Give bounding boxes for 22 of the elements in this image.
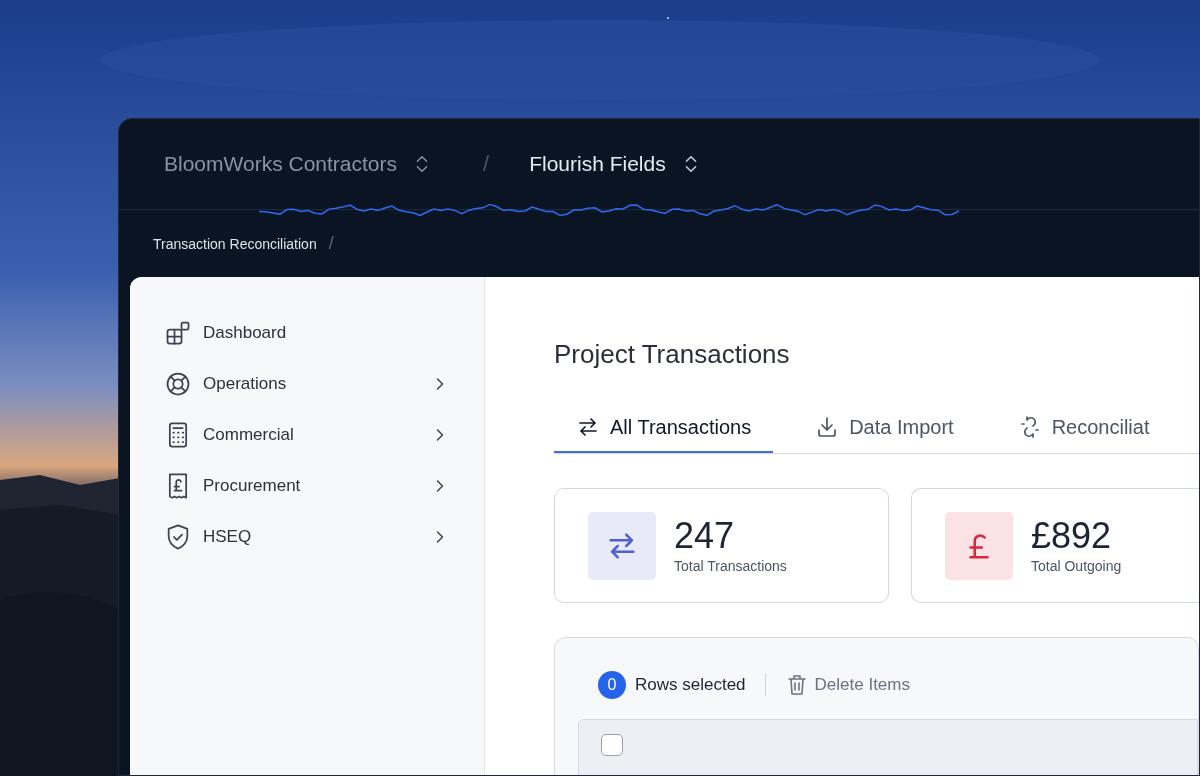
sidebar-item[interactable]: Dashboard [130, 307, 484, 358]
sidebar-item[interactable]: Operations [130, 358, 484, 409]
stat-label: Total Outgoing [1031, 557, 1122, 574]
stat-value: 247 [674, 517, 736, 554]
checkbox[interactable] [601, 734, 623, 756]
sidebar-item[interactable]: Commercial [130, 409, 484, 460]
breadcrumb-switcher[interactable]: Flourish Fields [529, 152, 702, 176]
tab[interactable]: Data Import [793, 415, 976, 453]
breadcrumb-separator: / [328, 233, 334, 254]
tab[interactable]: Reconciliat [995, 415, 1150, 453]
page-breadcrumb[interactable]: Transaction Reconciliation [153, 235, 317, 252]
stat-label: Total Transactions [674, 557, 787, 574]
tab[interactable]: All Transactions [554, 415, 774, 453]
sidebar-item[interactable]: Procurement [130, 460, 484, 511]
breadcrumb-separator: / [483, 151, 490, 177]
swap-arrows-icon [576, 415, 600, 439]
stat-value: £892 [1031, 517, 1113, 554]
selected-count: 0 [598, 671, 626, 699]
page-title: Project Transactions [554, 339, 791, 370]
sidebar-item[interactable]: HSEQ [130, 511, 484, 562]
selection-label: Rows selected [635, 675, 746, 695]
breadcrumb-switcher[interactable]: BloomWorks Contractors [164, 152, 433, 176]
